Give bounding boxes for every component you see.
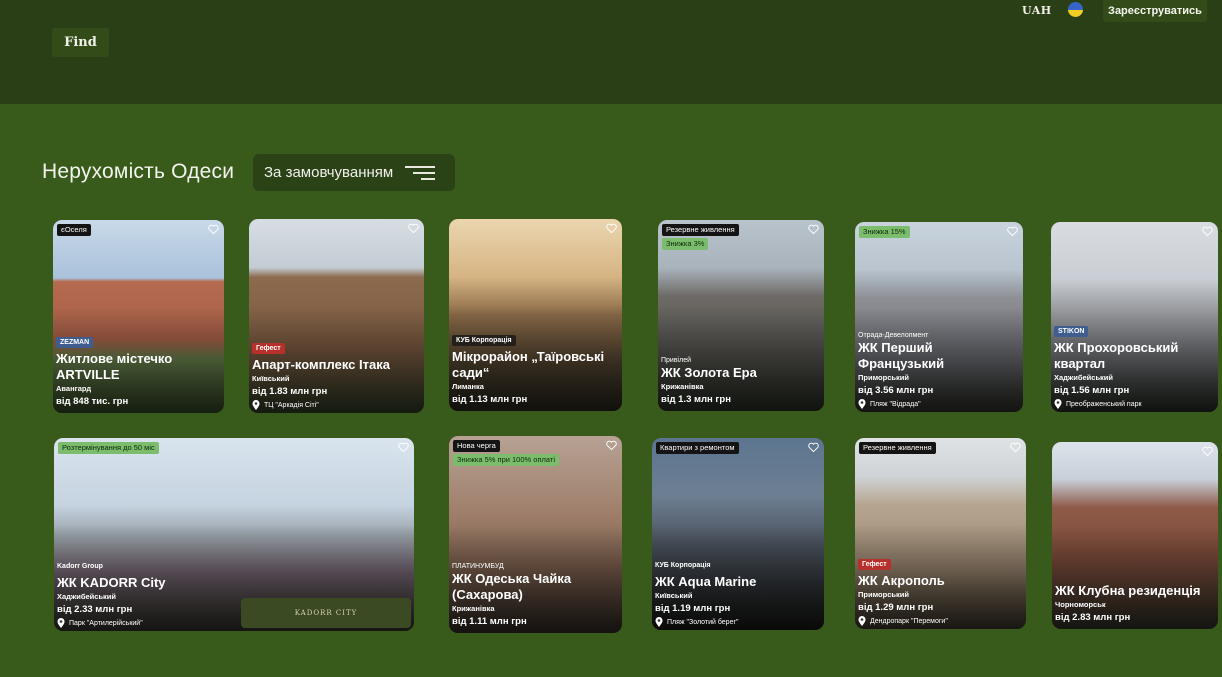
- developer-badge: КУБ Корпорація: [655, 562, 711, 569]
- project-name: ЖК Прохоровський квартал: [1054, 340, 1179, 371]
- district: Чорноморськ: [1055, 600, 1106, 609]
- discount-badge: Знижка 5% при 100% оплаті: [453, 454, 559, 466]
- developer-badge: КУБ Корпорація: [452, 335, 516, 346]
- nearby-place: ТЦ "Аркадія Сіті": [252, 400, 421, 410]
- promo-badge: Нова черга: [453, 440, 500, 452]
- sort-label: За замовчуванням: [264, 164, 394, 181]
- district: Приморський: [858, 590, 909, 599]
- project-name: ЖК Aqua Marine: [655, 574, 757, 589]
- sort-dropdown[interactable]: За замовчуванням: [253, 154, 455, 191]
- promo-badge: Резервне живлення: [662, 224, 739, 236]
- property-card[interactable]: єОселя ZEZMAN Житлове містечко ARTVILLE …: [53, 220, 224, 413]
- nearby-place: Пляж "Золотий берег": [655, 617, 821, 627]
- price: від 2.83 млн грн: [1055, 612, 1131, 623]
- location-pin-icon: [57, 618, 65, 628]
- sort-lines-icon: [405, 164, 436, 181]
- promo-badge: єОселя: [57, 224, 91, 236]
- favorite-heart-icon[interactable]: [1202, 446, 1213, 457]
- project-name: Мікрорайон „Таїровські сади“: [452, 349, 605, 380]
- property-card[interactable]: Гефест Апарт-комплекс Ітака Київський ві…: [249, 219, 424, 413]
- promo-badge: Квартири з ремонтом: [656, 442, 739, 454]
- price: від 2.33 млн грн: [57, 604, 133, 615]
- project-name: ЖК Клубна резиденція: [1055, 583, 1201, 598]
- ukraine-flag-icon[interactable]: [1068, 2, 1083, 17]
- project-name: ЖК Акрополь: [858, 573, 945, 588]
- property-card[interactable]: Резервне живлення Знижка 3% Привілей ЖК …: [658, 220, 824, 411]
- location-pin-icon: [252, 400, 260, 410]
- price: від 1.19 млн грн: [655, 603, 731, 614]
- district: Лиманка: [452, 382, 484, 391]
- location-pin-icon: [655, 617, 663, 627]
- price: від 3.56 млн грн: [858, 385, 934, 396]
- project-name: ЖК KADORR City: [57, 575, 166, 590]
- price: від 1.3 млн грн: [661, 394, 731, 405]
- nearby-place: Дендропарк "Перемоги": [858, 616, 1023, 626]
- price: від 848 тис. грн: [56, 396, 129, 407]
- price: від 1.83 млн грн: [252, 386, 328, 397]
- developer-label: Привілей: [661, 357, 691, 364]
- project-name: Апарт-комплекс Ітака: [252, 357, 390, 372]
- favorite-heart-icon[interactable]: [408, 223, 419, 234]
- favorite-heart-icon[interactable]: [1010, 442, 1021, 453]
- district: Київський: [252, 374, 290, 383]
- favorite-heart-icon[interactable]: [398, 442, 409, 453]
- project-name: ЖК Одеська Чайка (Сахарова): [452, 571, 572, 602]
- property-card[interactable]: Нова черга Знижка 5% при 100% оплаті ПЛА…: [449, 436, 622, 633]
- project-name: ЖК Золота Ера: [661, 365, 757, 380]
- register-button[interactable]: Зареєструватись: [1103, 0, 1207, 22]
- project-name: ЖК Перший Французький: [858, 340, 945, 371]
- favorite-heart-icon[interactable]: [606, 223, 617, 234]
- property-card[interactable]: Розтермінування до 50 міс KADORR CITY Ka…: [54, 438, 414, 631]
- property-card[interactable]: КУБ Корпорація Мікрорайон „Таїровські са…: [449, 219, 622, 411]
- project-name: Житлове містечко ARTVILLE: [56, 351, 173, 382]
- property-card[interactable]: Знижка 15% Отрада-Девелопмент ЖК Перший …: [855, 222, 1023, 412]
- district: Київський: [655, 591, 693, 600]
- property-card[interactable]: STIKON ЖК Прохоровський квартал Хаджибей…: [1051, 222, 1218, 412]
- nearby-place: Парк "Артилерійський": [57, 618, 411, 628]
- favorite-heart-icon[interactable]: [808, 224, 819, 235]
- discount-badge: Знижка 15%: [859, 226, 910, 238]
- price: від 1.13 млн грн: [452, 394, 528, 405]
- nearby-place: Преображенський парк: [1054, 399, 1215, 409]
- property-card[interactable]: Резервне живлення Гефест ЖК Акрополь При…: [855, 438, 1026, 629]
- price: від 1.11 млн грн: [452, 616, 527, 627]
- developer-label: ПЛАТИНУМБУД: [452, 563, 504, 570]
- district: Приморський: [858, 373, 909, 382]
- nearby-place: Пляж "Відрада": [858, 399, 1020, 409]
- discount-badge: Знижка 3%: [662, 238, 709, 250]
- location-pin-icon: [1054, 399, 1062, 409]
- property-card[interactable]: Квартири з ремонтом КУБ Корпорація ЖК Aq…: [652, 438, 824, 630]
- page-title: Нерухомість Одеси: [42, 160, 235, 183]
- developer-badge: Гефест: [252, 343, 285, 354]
- developer-badge: Kadorr Group: [57, 563, 103, 570]
- favorite-heart-icon[interactable]: [808, 442, 819, 453]
- favorite-heart-icon[interactable]: [1202, 226, 1213, 237]
- favorite-heart-icon[interactable]: [606, 440, 617, 451]
- promo-badge: Резервне живлення: [859, 442, 936, 454]
- price: від 1.29 млн грн: [858, 602, 934, 613]
- district: Крижанівка: [452, 604, 495, 613]
- property-card[interactable]: ЖК Клубна резиденція Чорноморськ від 2.8…: [1052, 442, 1218, 629]
- district: Крижанівка: [661, 382, 704, 391]
- location-pin-icon: [858, 616, 866, 626]
- developer-label: Отрада-Девелопмент: [858, 332, 929, 339]
- district: Авангард: [56, 384, 92, 393]
- location-pin-icon: [858, 399, 866, 409]
- currency-selector[interactable]: UAH: [1022, 4, 1052, 17]
- favorite-heart-icon[interactable]: [1007, 226, 1018, 237]
- favorite-heart-icon[interactable]: [208, 224, 219, 235]
- developer-badge: ZEZMAN: [56, 337, 94, 348]
- installment-badge: Розтермінування до 50 міс: [58, 442, 159, 454]
- district: Хаджибейський: [57, 592, 117, 601]
- price: від 1.56 млн грн: [1054, 385, 1130, 396]
- developer-badge: Гефест: [858, 559, 891, 570]
- developer-badge: STIKON: [1054, 326, 1089, 337]
- find-button[interactable]: Find: [52, 28, 109, 57]
- district: Хаджибейський: [1054, 373, 1114, 382]
